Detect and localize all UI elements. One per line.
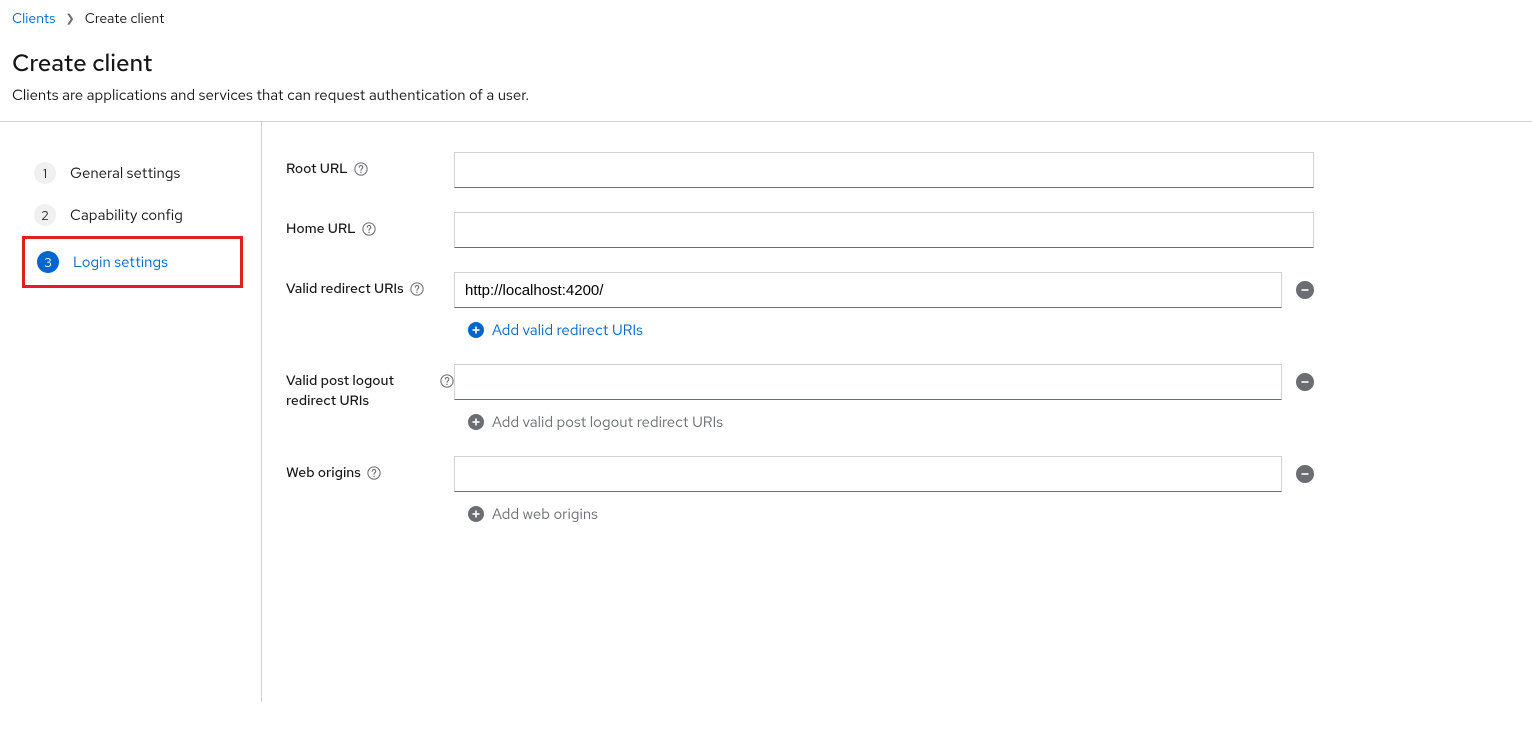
wizard-step-number: 1 [34, 162, 56, 184]
wizard-step-login-settings[interactable]: 3 Login settings [25, 241, 240, 283]
web-origin-input[interactable] [454, 456, 1282, 492]
redirect-uri-input[interactable] [454, 272, 1282, 308]
help-icon[interactable] [410, 282, 424, 296]
web-origins-label: Web origins [286, 464, 361, 484]
help-icon[interactable] [440, 374, 454, 388]
add-post-logout-uri-label: Add valid post logout redirect URIs [492, 412, 723, 432]
home-url-input[interactable] [454, 212, 1314, 248]
root-url-label: Root URL [286, 160, 348, 180]
help-icon[interactable] [367, 466, 381, 480]
home-url-label: Home URL [286, 220, 356, 240]
minus-icon [1300, 285, 1310, 295]
plus-circle-icon [468, 322, 484, 338]
add-web-origin-button[interactable]: Add web origins [454, 492, 1314, 524]
remove-web-origin-button[interactable] [1296, 465, 1314, 483]
wizard-step-label: Login settings [73, 252, 168, 272]
help-icon[interactable] [354, 162, 368, 176]
root-url-input[interactable] [454, 152, 1314, 188]
minus-icon [1300, 469, 1310, 479]
form-panel: Root URL Home URL Va [262, 122, 1520, 702]
wizard-step-capability-config[interactable]: 2 Capability config [12, 194, 261, 236]
add-web-origin-label: Add web origins [492, 504, 598, 524]
wizard-step-label: General settings [70, 163, 180, 183]
breadcrumb: Clients ❯ Create client [12, 10, 1520, 48]
plus-circle-icon [468, 506, 484, 522]
breadcrumb-current: Create client [85, 10, 165, 28]
page-description: Clients are applications and services th… [12, 85, 1520, 105]
wizard-step-general-settings[interactable]: 1 General settings [12, 152, 261, 194]
minus-icon [1300, 377, 1310, 387]
add-post-logout-uri-button[interactable]: Add valid post logout redirect URIs [454, 400, 1314, 432]
wizard-step-number: 3 [37, 251, 59, 273]
add-redirect-uri-button[interactable]: Add valid redirect URIs [454, 308, 1314, 340]
post-logout-uris-label: Valid post logout redirect URIs [286, 372, 434, 411]
remove-post-logout-uri-button[interactable] [1296, 373, 1314, 391]
remove-redirect-uri-button[interactable] [1296, 281, 1314, 299]
help-icon[interactable] [362, 222, 376, 236]
add-redirect-uri-label: Add valid redirect URIs [492, 320, 643, 340]
wizard-step-label: Capability config [70, 205, 183, 225]
chevron-right-icon: ❯ [65, 12, 74, 26]
redirect-uris-label: Valid redirect URIs [286, 280, 404, 300]
post-logout-uri-input[interactable] [454, 364, 1282, 400]
wizard-step-number: 2 [34, 204, 56, 226]
plus-circle-icon [468, 414, 484, 430]
wizard-nav: 1 General settings 2 Capability config 3… [12, 122, 262, 702]
page-title: Create client [12, 48, 1520, 85]
breadcrumb-parent-link[interactable]: Clients [12, 10, 55, 28]
highlight-annotation: 3 Login settings [22, 236, 243, 288]
